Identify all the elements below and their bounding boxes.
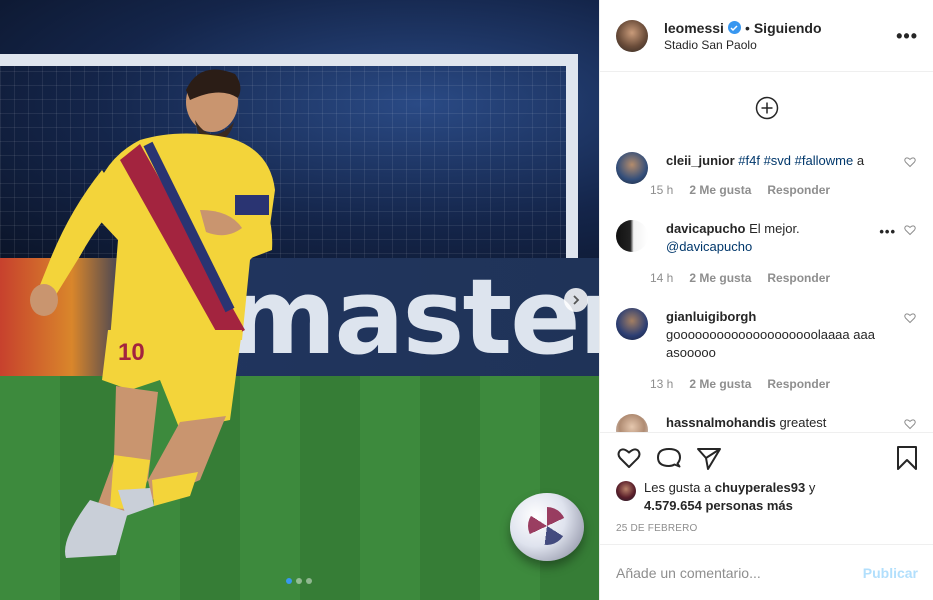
comment-text: davicapucho El mejor. @davicapucho	[666, 220, 880, 256]
comment-hashtag[interactable]: #f4f	[738, 153, 760, 168]
comment-meta: 15 h 2 Me gusta Responder	[650, 183, 830, 197]
comment-item: gianluigiborgh goooooooooooooooooooolaaa…	[616, 308, 918, 362]
next-photo-button[interactable]	[564, 288, 588, 312]
reply-button[interactable]: Responder	[767, 377, 830, 391]
chevron-right-icon	[573, 295, 580, 305]
liker-username[interactable]: chuyperales93	[715, 480, 805, 495]
comment-mention[interactable]: @davicapucho	[666, 239, 752, 254]
post-photo[interactable]: mastercard 10	[0, 0, 599, 600]
reply-button[interactable]: Responder	[767, 271, 830, 285]
comment-meta: 13 h 2 Me gusta Responder	[650, 377, 830, 391]
svg-text:10: 10	[118, 339, 145, 366]
carousel-dot	[306, 578, 312, 584]
post-details-panel: leomessi • Siguiendo Stadio San Paolo ••…	[599, 0, 933, 600]
likes-summary: Les gusta a chuyperales93 y 4.579.654 pe…	[616, 479, 916, 515]
player-figure: 10	[30, 69, 275, 558]
share-icon[interactable]	[696, 445, 722, 471]
author-info: leomessi • Siguiendo Stadio San Paolo	[664, 20, 822, 52]
following-button[interactable]: Siguiendo	[754, 20, 822, 36]
commenter-username[interactable]: davicapucho	[666, 221, 745, 236]
reply-button[interactable]: Responder	[767, 183, 830, 197]
likes-count[interactable]: 4.579.654 personas más	[644, 498, 793, 513]
comment-hashtag[interactable]: #svd	[764, 153, 791, 168]
carousel-dot	[296, 578, 302, 584]
commenter-avatar[interactable]	[616, 220, 648, 252]
comment-likes[interactable]: 2 Me gusta	[689, 271, 751, 285]
comment-likes[interactable]: 2 Me gusta	[689, 377, 751, 391]
comment-content: El mejor.	[749, 221, 800, 236]
post-location[interactable]: Stadio San Paolo	[664, 38, 822, 52]
comment-time[interactable]: 14 h	[650, 271, 673, 285]
more-options-icon[interactable]: •••	[896, 26, 918, 47]
comment-time[interactable]: 15 h	[650, 183, 673, 197]
action-bar	[616, 445, 918, 471]
heart-icon[interactable]	[904, 312, 916, 324]
liker-avatar[interactable]	[616, 481, 636, 501]
bookmark-icon[interactable]	[894, 445, 920, 471]
comment-input[interactable]	[616, 564, 863, 581]
heart-icon[interactable]	[904, 418, 916, 430]
post-actions: Les gusta a chuyperales93 y 4.579.654 pe…	[600, 432, 933, 544]
likes-text: Les gusta a chuyperales93 y 4.579.654 pe…	[644, 479, 815, 515]
post-header: leomessi • Siguiendo Stadio San Paolo ••…	[600, 0, 933, 72]
comment-hashtag[interactable]: #fallowme	[795, 153, 854, 168]
comment-item: davicapucho El mejor. @davicapucho •••	[616, 220, 918, 256]
football	[510, 493, 584, 561]
comment-time[interactable]: 13 h	[650, 377, 673, 391]
author-avatar[interactable]	[616, 19, 648, 52]
comment-item: cleii_junior #f4f #svd #fallowme a	[616, 152, 918, 184]
comment-text: cleii_junior #f4f #svd #fallowme a	[666, 152, 880, 184]
publish-button[interactable]: Publicar	[863, 565, 918, 581]
commenter-username[interactable]: hassnalmohandis	[666, 415, 776, 430]
comment-options-icon[interactable]: •••	[879, 224, 896, 239]
comment-text: hassnalmohandis greatest	[666, 414, 880, 432]
commenter-avatar[interactable]	[616, 152, 648, 184]
header-separator: •	[744, 19, 750, 36]
commenter-username[interactable]: gianluigiborgh	[666, 309, 756, 324]
author-username[interactable]: leomessi	[664, 20, 724, 36]
likes-joiner: y	[808, 480, 816, 495]
comment-item: hassnalmohandis greatest	[616, 414, 918, 432]
commenter-avatar[interactable]	[616, 308, 648, 340]
load-more-comments-icon[interactable]	[755, 96, 779, 120]
comment-text: gianluigiborgh goooooooooooooooooooolaaa…	[666, 308, 880, 362]
comment-trail: a	[856, 153, 865, 168]
commenter-avatar[interactable]	[616, 414, 648, 432]
like-heart-icon[interactable]	[616, 445, 642, 471]
comment-bubble-icon[interactable]	[656, 445, 682, 471]
verified-badge-icon	[727, 21, 741, 34]
comment-content: goooooooooooooooooooolaaaa aaaasooooo	[666, 327, 875, 360]
commenter-username[interactable]: cleii_junior	[666, 153, 735, 168]
comment-content: greatest	[779, 415, 827, 430]
carousel-dot-active	[286, 578, 292, 584]
heart-icon[interactable]	[904, 224, 916, 236]
post-date[interactable]: 25 DE FEBRERO	[616, 523, 698, 534]
heart-icon[interactable]	[904, 156, 916, 168]
likes-prefix: Les gusta a	[644, 480, 712, 495]
comments-list: cleii_junior #f4f #svd #fallowme a 15 h …	[600, 72, 933, 432]
comment-likes[interactable]: 2 Me gusta	[689, 183, 751, 197]
comment-composer: Publicar	[600, 544, 933, 600]
carousel-indicator	[286, 578, 312, 584]
comment-meta: 14 h 2 Me gusta Responder	[650, 271, 830, 285]
